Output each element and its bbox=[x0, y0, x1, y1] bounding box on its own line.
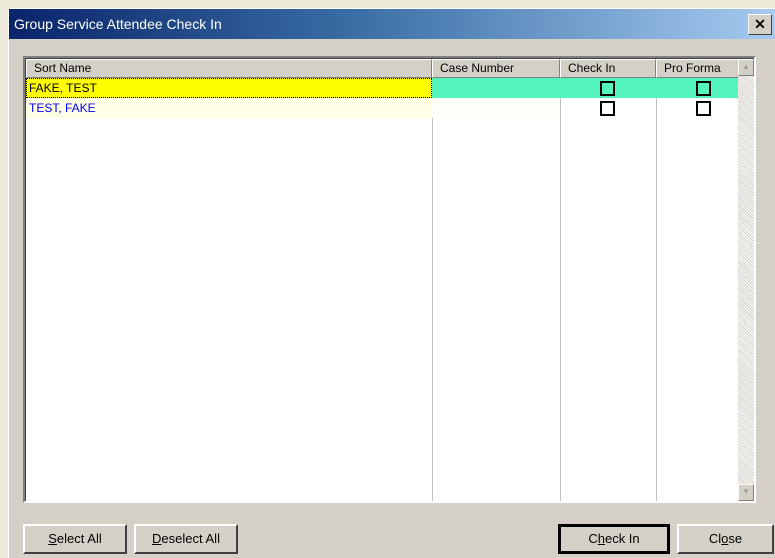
case-number-cell[interactable] bbox=[432, 78, 560, 98]
title-bar[interactable]: Group Service Attendee Check In ✕ bbox=[9, 9, 775, 39]
triangle-down-icon: ▼ bbox=[742, 487, 750, 496]
check-in-checkbox[interactable] bbox=[600, 101, 615, 116]
case-number-cell[interactable] bbox=[432, 98, 560, 118]
grid-header: Sort Name Case Number Check In Pro Forma bbox=[26, 59, 752, 78]
pro-forma-checkbox[interactable] bbox=[696, 81, 711, 96]
close-window-button[interactable]: ✕ bbox=[748, 14, 772, 35]
pro-forma-checkbox[interactable] bbox=[696, 101, 711, 116]
check-in-dialog: Group Service Attendee Check In ✕ Sort N… bbox=[8, 8, 775, 558]
close-icon: ✕ bbox=[754, 16, 766, 32]
column-header-case-number[interactable]: Case Number bbox=[432, 59, 560, 78]
column-header-sort-name[interactable]: Sort Name bbox=[26, 59, 432, 78]
column-divider bbox=[656, 78, 657, 501]
close-button[interactable]: Close bbox=[677, 524, 774, 554]
window-title: Group Service Attendee Check In bbox=[14, 16, 222, 32]
column-divider bbox=[432, 78, 433, 501]
vertical-scrollbar[interactable]: ▲ ▼ bbox=[738, 59, 754, 501]
check-in-cell bbox=[560, 98, 656, 118]
table-row[interactable]: TEST, FAKE bbox=[26, 98, 752, 118]
column-header-check-in[interactable]: Check In bbox=[560, 59, 656, 78]
check-in-checkbox[interactable] bbox=[600, 81, 615, 96]
table-row[interactable]: FAKE, TEST bbox=[26, 78, 752, 98]
sort-name-cell[interactable]: TEST, FAKE bbox=[26, 98, 432, 118]
check-in-cell bbox=[560, 78, 656, 98]
sort-name-cell[interactable]: FAKE, TEST bbox=[26, 78, 432, 98]
column-divider bbox=[560, 78, 561, 501]
triangle-up-icon: ▲ bbox=[742, 62, 750, 71]
scroll-up-button[interactable]: ▲ bbox=[738, 59, 754, 76]
select-all-button[interactable]: Select All bbox=[23, 524, 127, 554]
scroll-down-button[interactable]: ▼ bbox=[738, 484, 754, 501]
attendee-grid: Sort Name Case Number Check In Pro Forma… bbox=[23, 56, 756, 503]
check-in-button[interactable]: Check In bbox=[558, 524, 670, 554]
deselect-all-button[interactable]: Deselect All bbox=[134, 524, 238, 554]
